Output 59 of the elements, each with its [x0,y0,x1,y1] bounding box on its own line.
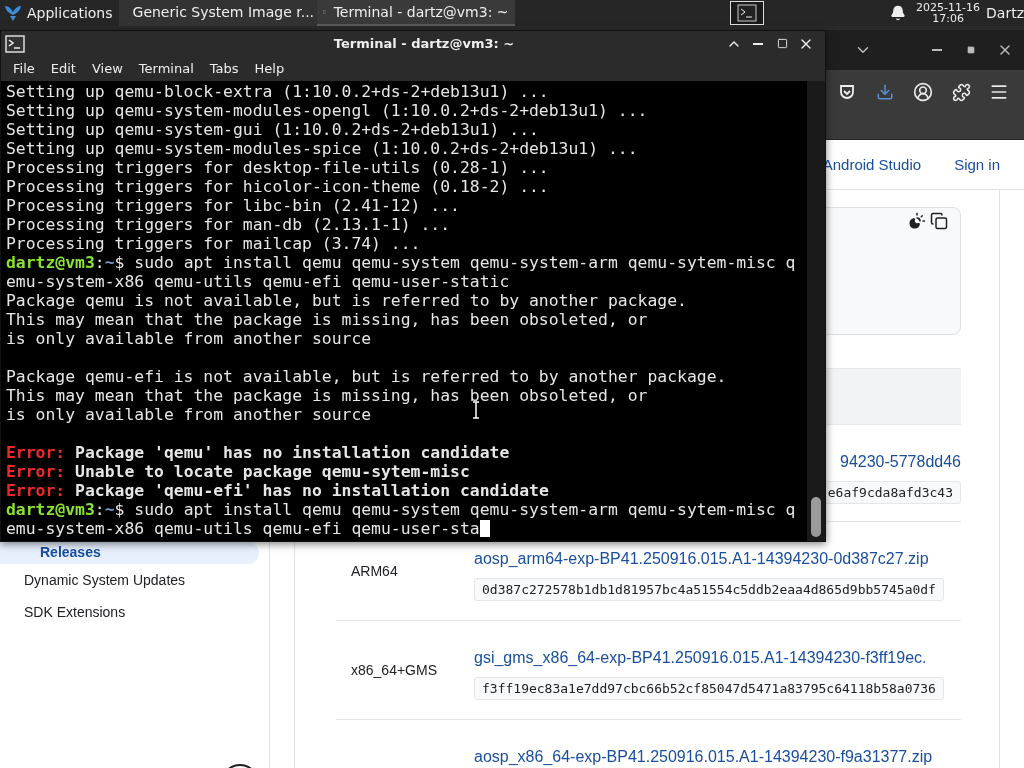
sidebar-item[interactable]: Releases [0,542,259,564]
terminal-line: This may mean that the package is missing, has been obsoleted, or [6,386,648,405]
menu-item[interactable]: Help [246,61,293,76]
window-title: Terminal - dartz@vm3: ~ [332,36,516,51]
terminal-line: dartz@vm3:~$ sudo apt install qemu qemu-system qemu-system-arm qemu-sytem-misc q [6,500,796,519]
user-name[interactable]: Dartz [986,5,1024,21]
maximize-icon [967,46,975,54]
theme-icon[interactable] [908,212,926,230]
sidebar-item[interactable]: Dynamic System Updates [0,564,259,596]
terminal-line: Error: Package 'qemu-efi' has no installation candidate [6,481,549,500]
download-link[interactable]: gsi_gms_x86_64-exp-BP41.250916.015.A1-14394230-f3ff19ec. [474,648,927,668]
terminal-line: is only available from another source [6,405,372,424]
terminal-line: Processing triggers for desktop-file-utils (0.28-1) ... [6,158,549,177]
terminal-line: emu-system-x86 qemu-utils qemu-efi qemu-user-static [6,272,510,291]
clock[interactable]: 2025-11-16 17:06 [916,2,981,24]
header-link[interactable]: Sign in [954,156,1000,173]
terminal-line: Error: Unable to locate package qemu-sytem-misc [6,462,470,481]
minimize-icon [932,49,942,51]
terminal-line: Package qemu-efi is not available, but is referred to by another package. [6,367,727,386]
arch-label: ARM64 [350,563,399,579]
menu-item[interactable]: Terminal [130,61,202,76]
download-link[interactable]: aosp_arm64-exp-BP41.250916.015.A1-14394230-0d387c27.zip [474,549,929,569]
terminal-line: Setting up qemu-system-gui (1:10.0.2+ds-2+deb13u1) ... [6,120,539,139]
sidebar-item[interactable]: SDK Extensions [0,596,259,628]
terminal-line: Error: Package 'qemu' has no installation candidate [6,443,510,462]
terminal-icon [5,34,25,53]
taskbar-button[interactable]: Generic System Image r... [118,0,317,26]
terminal-line: Processing triggers for libc-bin (2.41-12) ... [6,196,460,215]
checksum: f3ff19ec83a1e7dd97cbc66b52cf85047d5471a83795c64118b58a0736 [474,677,944,700]
terminal-line: Processing triggers for mailcap (3.74) ... [6,234,421,253]
minimize-icon [753,42,763,45]
menu-item[interactable]: Tabs [201,61,247,76]
terminal-line: Package qemu is not available, but is referred to by another package. [6,291,687,310]
terminal-line: This may mean that the package is missing, has been obsoleted, or [6,310,648,329]
bell-icon[interactable] [890,5,907,21]
account-icon[interactable] [911,80,935,104]
workspace-button[interactable] [730,1,765,25]
text-cursor-icon [471,401,481,419]
terminal-line: Processing triggers for man-db (2.13.1-1) ... [6,215,451,234]
menu-item[interactable]: File [5,61,43,76]
taskbar-button[interactable]: Terminal - dartz@vm3: ~ [316,0,515,26]
terminal-line: Setting up qemu-system-modules-spice (1:10.0.2+ds-2+deb13u1) ... [6,139,638,158]
download-link[interactable]: aosp_x86_64-exp-BP41.250916.015.A1-14394230-f9a31377.zip [474,747,933,767]
terminal-line: emu-system-x86 qemu-utils qemu-efi qemu-user-sta [6,519,490,538]
terminal-line: Setting up qemu-block-extra (1:10.0.2+ds-2+deb13u1) ... [6,82,549,101]
terminal-line: is only available from another source [6,329,372,348]
menu-item[interactable]: View [83,61,131,76]
terminal-line: Processing triggers for hicolor-icon-theme (0.18-2) ... [6,177,549,196]
maximize-icon [776,38,788,49]
terminal-line: Setting up qemu-system-modules-opengl (1:10.0.2+ds-2+deb13u1) ... [6,101,648,120]
download-link[interactable]: 94230-5778dd46 [840,452,961,472]
checksum: 0d387c272578b1db1d81957bc4a51554c5ddb2eaa4d865d9bb5745a0df [474,578,944,601]
menu-item[interactable]: Edit [42,61,84,76]
mouse-logo-icon [2,3,24,23]
applications-menu-button[interactable]: Applications [0,0,119,26]
terminal-line: dartz@vm3:~$ sudo apt install qemu qemu-system qemu-system-arm qemu-sytem-misc q [6,253,796,272]
scrollbar[interactable] [807,81,825,541]
copy-icon[interactable] [930,212,948,230]
arch-label: x86_64+GMS [350,662,438,678]
